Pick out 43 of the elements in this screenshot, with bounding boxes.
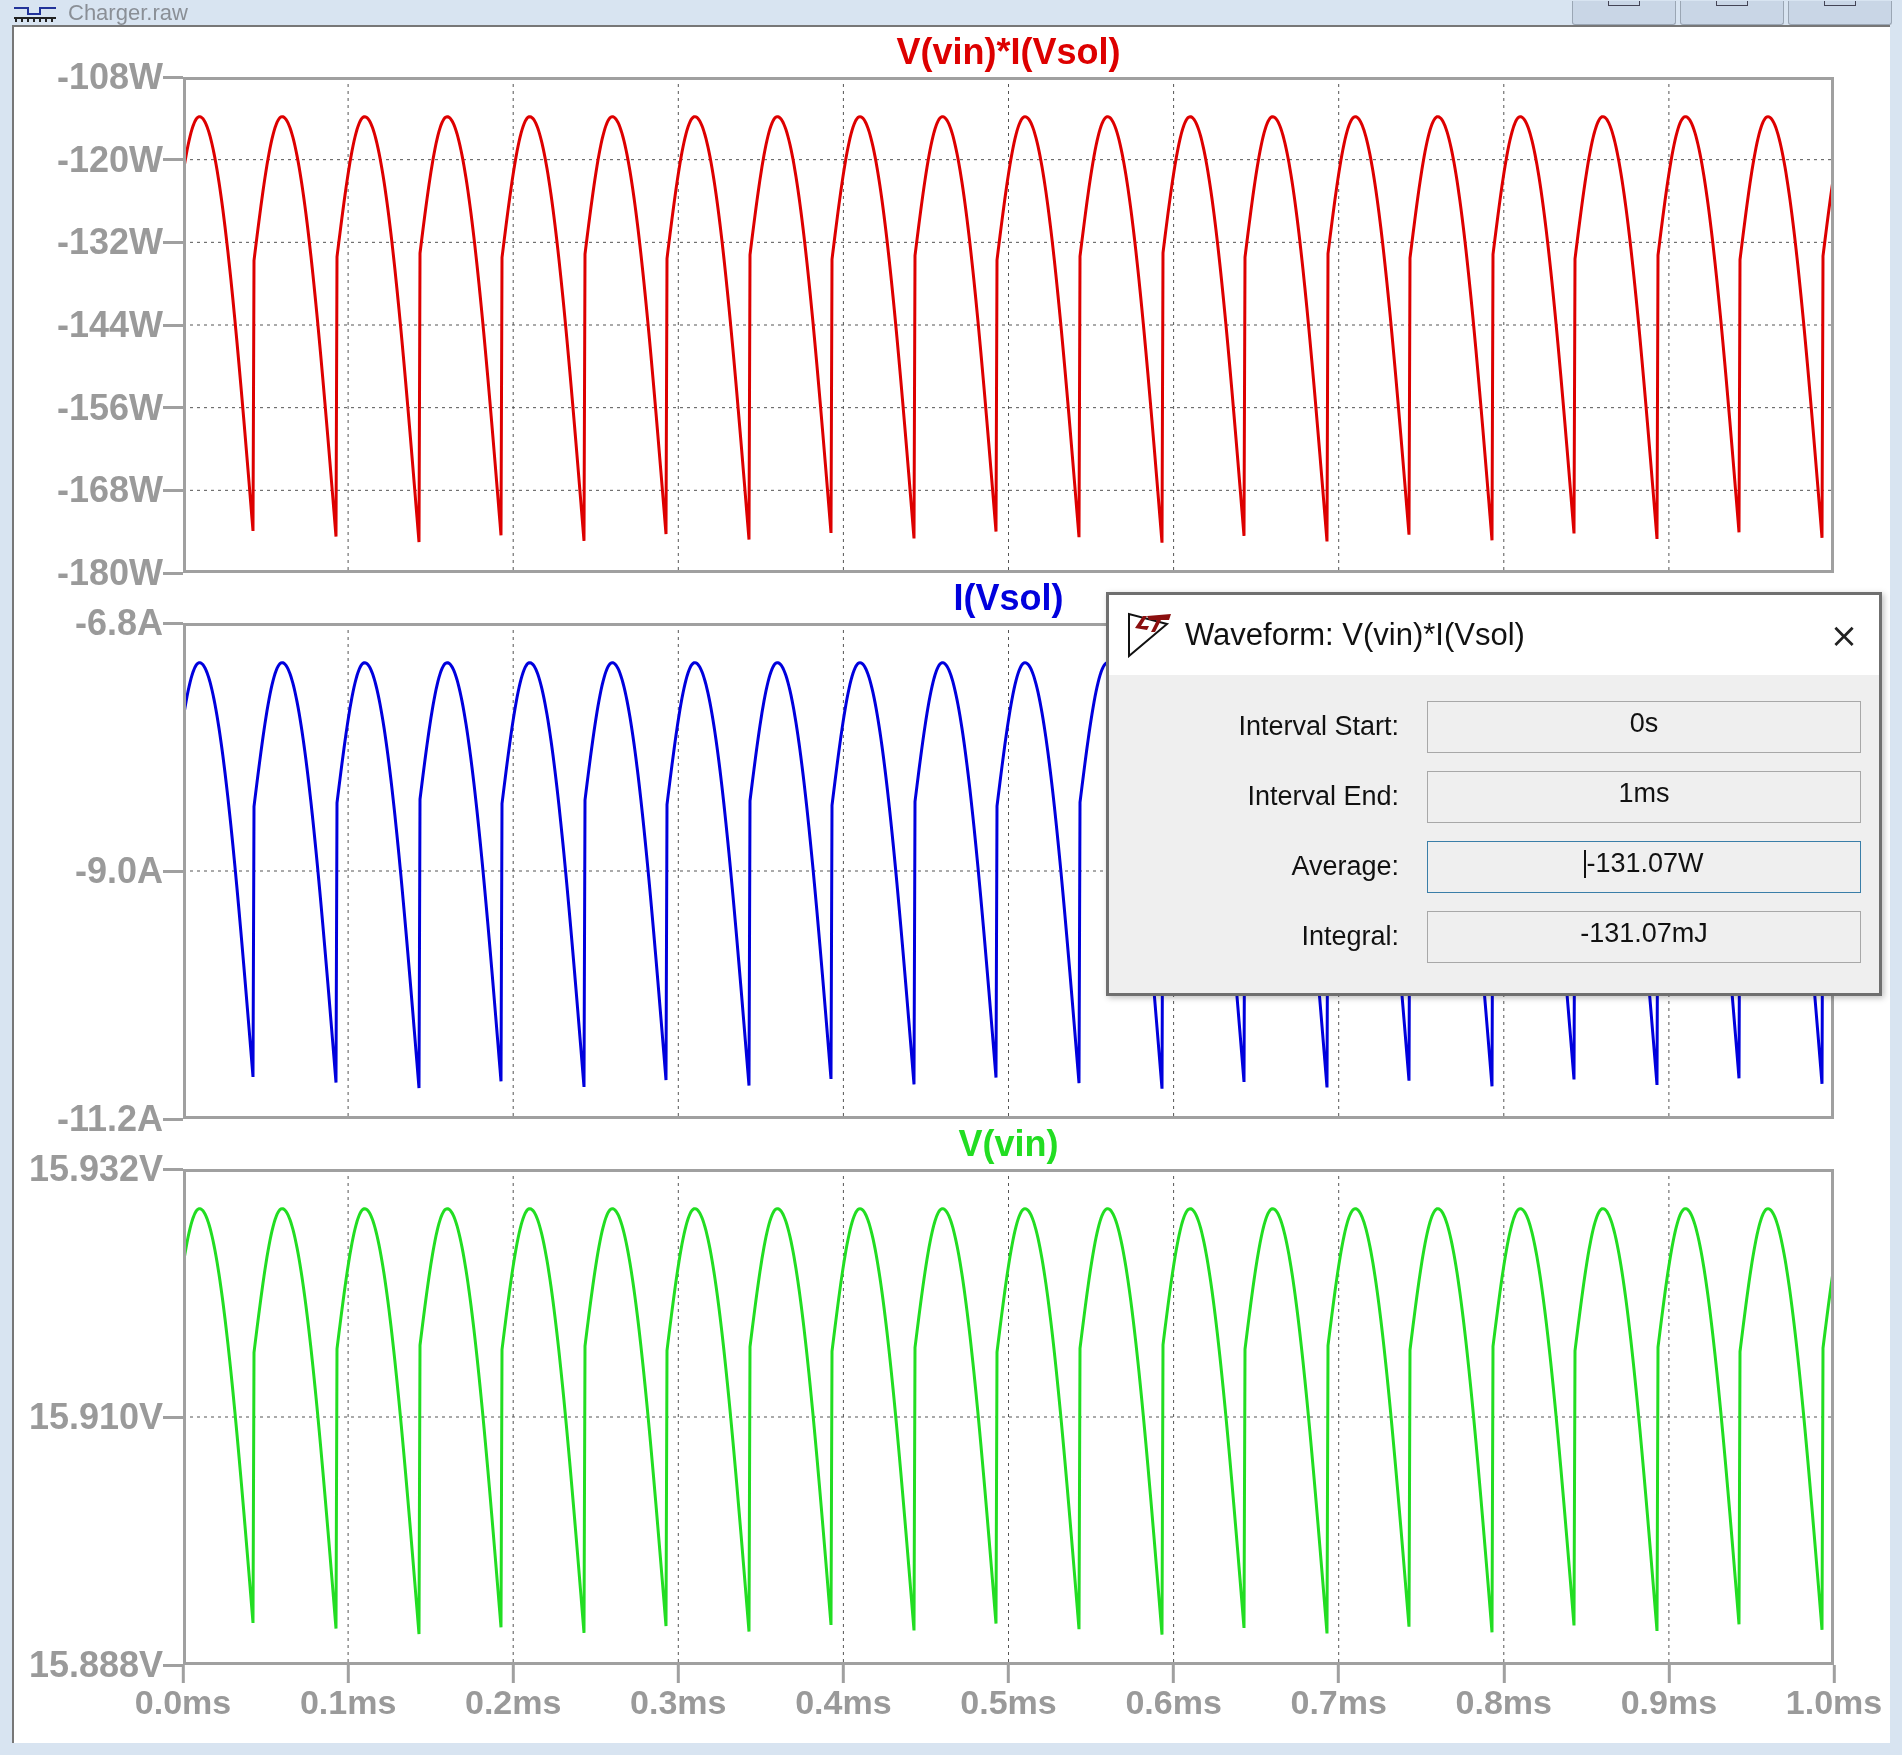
- value-field[interactable]: -131.07W: [1427, 840, 1861, 893]
- field-label: Integral:: [1300, 921, 1399, 952]
- y-axis-label: -6.8A: [74, 602, 163, 644]
- trace-title: I(Vsol): [953, 577, 1064, 619]
- y-axis-label: -156W: [56, 386, 163, 429]
- logo-icon: [1127, 612, 1173, 658]
- close-button[interactable]: ×: [1809, 605, 1879, 665]
- field-label: Interval Start:: [1237, 711, 1399, 742]
- value-field[interactable]: -131.07mJ: [1427, 910, 1861, 963]
- x-axis-label: 0.4ms: [795, 1683, 892, 1722]
- y-axis-label: -11.2A: [56, 1098, 163, 1140]
- y-axis-label: -180W: [56, 552, 163, 594]
- field-label: Interval End:: [1246, 781, 1399, 812]
- value-field[interactable]: 0s: [1427, 700, 1861, 753]
- x-axis-label: 0.1ms: [299, 1683, 397, 1722]
- trace-title: V(vin)*I(Vsol): [896, 31, 1121, 73]
- x-axis-label: 0.0ms: [134, 1683, 232, 1722]
- y-axis-label: -144W: [56, 304, 163, 346]
- x-axis-label: 0.2ms: [465, 1683, 562, 1722]
- y-axis-label: -168W: [56, 469, 163, 512]
- dialog-title: Waveform: V(vin)*I(Vsol): [1185, 617, 1526, 653]
- maximize-button[interactable]: [1680, 0, 1784, 25]
- x-axis-label: 0.6ms: [1125, 1683, 1222, 1722]
- x-axis-label: 0.7ms: [1290, 1683, 1387, 1722]
- x-axis-label: 0.3ms: [630, 1683, 727, 1722]
- x-axis-label: 0.5ms: [960, 1683, 1057, 1722]
- close-button[interactable]: [1788, 0, 1892, 25]
- value-field[interactable]: 1ms: [1427, 770, 1861, 823]
- minimize-button[interactable]: [1572, 0, 1676, 25]
- y-axis-label: 15.932V: [28, 1148, 163, 1190]
- y-axis-label: -120W: [56, 138, 163, 181]
- x-axis-label: 1.0ms: [1785, 1683, 1883, 1722]
- text-caret: [1584, 849, 1587, 878]
- y-axis-label: -108W: [56, 56, 163, 98]
- y-axis-label: -132W: [56, 221, 163, 264]
- y-axis-label: 15.888V: [28, 1644, 163, 1686]
- trace-title: V(vin): [958, 1123, 1059, 1165]
- y-axis-label: -9.0A: [74, 850, 163, 892]
- window-title: Charger.raw: [68, 0, 188, 26]
- x-axis-label: 0.8ms: [1455, 1683, 1552, 1722]
- field-label: Average:: [1290, 851, 1399, 882]
- y-axis-label: 15.910V: [28, 1396, 163, 1438]
- x-axis-label: 0.9ms: [1620, 1683, 1718, 1722]
